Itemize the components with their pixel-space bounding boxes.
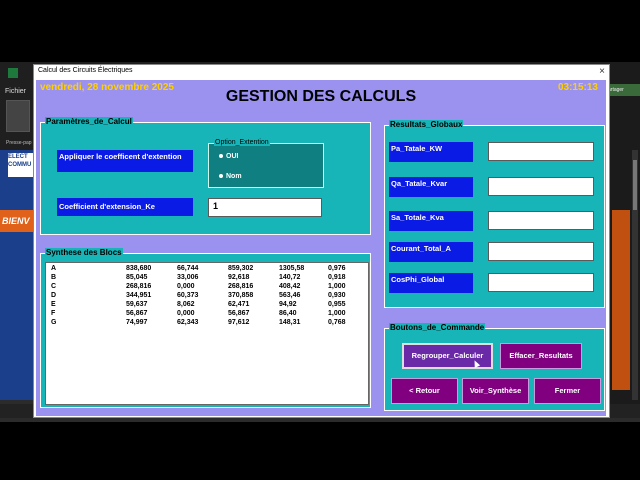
table-cell: B — [51, 274, 57, 281]
synthese-legend: Synthese des Blocs — [45, 248, 123, 257]
table-cell: G — [51, 319, 57, 326]
retour-button[interactable]: < Retour — [391, 378, 458, 404]
form-client: vendredi, 28 novembre 2025 03:15:13 GEST… — [36, 80, 606, 416]
result-label-qa: Qa_Tatale_Kvar — [389, 177, 473, 197]
table-cell: 1,000 — [328, 310, 346, 317]
table-cell: 148,31 — [279, 319, 301, 326]
result-field-courant[interactable] — [488, 242, 594, 261]
radio-dot-icon — [219, 154, 223, 159]
fermer-button[interactable]: Fermer — [534, 378, 601, 404]
table-cell: E — [51, 301, 56, 308]
apply-coef-label: Appliquer le coefficent d'extention — [57, 150, 193, 172]
synthese-group: Synthese des Blocs A 838,680 66,744 859,… — [40, 248, 371, 408]
option-extension-legend: Option_Extention — [214, 139, 270, 146]
table-cell: 97,612 — [228, 319, 250, 326]
dialog-titlebar[interactable]: Calcul des Circuits Électriques × — [34, 65, 609, 79]
result-label-sa: Sa_Totale_Kva — [389, 211, 473, 231]
table-cell: 0,930 — [328, 292, 346, 299]
table-cell: 33,006 — [177, 274, 199, 281]
table-cell: 859,302 — [228, 265, 254, 272]
coef-extension-input[interactable]: 1 — [208, 198, 322, 217]
table-cell: 59,637 — [126, 301, 148, 308]
result-field-pa[interactable] — [488, 142, 594, 161]
radio-oui-label: OUI — [226, 153, 239, 160]
table-cell: 85,045 — [126, 274, 148, 281]
result-label-pa: Pa_Tatale_KW — [389, 142, 473, 162]
table-cell: 344,951 — [126, 292, 152, 299]
table-cell: D — [51, 292, 57, 299]
commands-group: Boutons_de_Commande Regrouper_Calculer E… — [384, 323, 605, 411]
table-cell: 140,72 — [279, 274, 301, 281]
menu-fichier[interactable]: Fichier — [5, 88, 26, 95]
scrollbar-thumb[interactable] — [633, 160, 637, 210]
worksheet-area — [0, 150, 34, 400]
table-cell: 94,92 — [279, 301, 297, 308]
effacer-resultats-button[interactable]: Effacer_Resultats — [500, 343, 582, 369]
result-field-qa[interactable] — [488, 177, 594, 196]
table-cell: 92,618 — [228, 274, 250, 281]
table-cell: 86,40 — [279, 310, 297, 317]
result-label-courant: Courant_Total_A — [389, 242, 473, 262]
synthese-list[interactable]: A 838,680 66,744 859,302 1305,58 0,976 B… — [45, 262, 369, 405]
radio-non[interactable]: Nom — [219, 173, 242, 180]
params-group: Paramètres_de_Calcul Appliquer le coeffi… — [40, 117, 371, 235]
table-cell: 8,062 — [177, 301, 195, 308]
table-cell: 0,768 — [328, 319, 346, 326]
sheet-logo: ELECT COMMU — [8, 153, 34, 177]
result-field-cosphi[interactable] — [488, 273, 594, 292]
table-cell: F — [51, 310, 56, 317]
radio-non-label: Nom — [226, 173, 242, 180]
table-cell: 1305,58 — [279, 265, 305, 272]
results-group: Resultats_Globaux Pa_Tatale_KW Qa_Tatale… — [384, 120, 605, 308]
table-cell: 56,867 — [228, 310, 250, 317]
close-icon[interactable]: × — [599, 65, 605, 79]
table-row[interactable]: G 74,997 62,343 97,612 148,31 0,768 — [46, 319, 366, 329]
clipboard-label: Presse-pap — [6, 140, 32, 146]
table-cell: 66,744 — [177, 265, 199, 272]
sheet-banner: BIENV — [0, 210, 36, 232]
option-extension-frame: Option_Extention OUI Nom — [208, 139, 324, 188]
dialog-title: Calcul des Circuits Électriques — [38, 67, 133, 74]
table-cell: 0,976 — [328, 265, 346, 272]
table-cell: 0,918 — [328, 274, 346, 281]
table-cell: 370,858 — [228, 292, 254, 299]
table-cell: 56,867 — [126, 310, 148, 317]
params-legend: Paramètres_de_Calcul — [45, 117, 133, 126]
table-cell: C — [51, 283, 57, 290]
share-button[interactable]: artager — [608, 84, 640, 96]
page-title: GESTION DES CALCULS — [225, 88, 417, 105]
table-cell: 268,816 — [126, 283, 152, 290]
result-field-sa[interactable] — [488, 211, 594, 230]
table-cell: 62,471 — [228, 301, 250, 308]
result-label-cosphi: CosPhi_Global — [389, 273, 473, 293]
table-cell: 838,680 — [126, 265, 152, 272]
calcul-dialog: Calcul des Circuits Électriques × vendre… — [33, 64, 610, 418]
results-legend: Resultats_Globaux — [389, 120, 464, 129]
radio-oui[interactable]: OUI — [219, 153, 238, 160]
sheet-image — [612, 210, 630, 390]
table-cell: 0,955 — [328, 301, 346, 308]
paste-icon[interactable] — [6, 100, 30, 132]
table-cell: A — [51, 265, 57, 272]
table-cell: 563,46 — [279, 292, 301, 299]
table-cell: 0,000 — [177, 283, 195, 290]
excel-icon — [8, 68, 18, 78]
table-cell: 408,42 — [279, 283, 301, 290]
commands-legend: Boutons_de_Commande — [389, 323, 486, 332]
radio-dot-icon — [219, 174, 223, 179]
table-cell: 62,343 — [177, 319, 199, 326]
table-cell: 60,373 — [177, 292, 199, 299]
table-cell: 1,000 — [328, 283, 346, 290]
table-cell: 268,816 — [228, 283, 254, 290]
coef-extension-label: Coefficient d'extension_Ke — [57, 198, 193, 216]
table-cell: 74,997 — [126, 319, 148, 326]
voir-synthese-button[interactable]: Voir_Synthèse — [462, 378, 529, 404]
table-cell: 0,000 — [177, 310, 195, 317]
